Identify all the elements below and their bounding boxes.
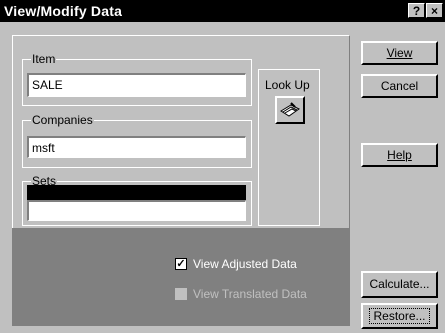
item-group: Item SALE — [22, 52, 252, 106]
companies-field[interactable]: msft — [27, 136, 246, 158]
help-button-label: Help — [387, 148, 412, 162]
companies-label: Companies — [31, 113, 94, 127]
sets-group: Sets — [22, 174, 252, 226]
sets-list-header — [27, 185, 246, 200]
options-area: ✓ View Adjusted Data View Translated Dat… — [12, 228, 350, 326]
view-adjusted-checkbox[interactable]: ✓ — [175, 258, 187, 270]
view-translated-label[interactable]: View Translated Data — [193, 287, 307, 301]
lookup-button[interactable] — [275, 96, 305, 124]
window-title: View/Modify Data — [4, 3, 123, 19]
cancel-button-label: Cancel — [380, 79, 419, 93]
restore-button[interactable]: Restore... — [361, 303, 438, 329]
view-button-label: View — [386, 46, 413, 60]
lookup-label: Look Up — [265, 78, 310, 92]
sets-field[interactable] — [27, 200, 246, 221]
cancel-button[interactable]: Cancel — [361, 74, 438, 98]
lookup-icon — [280, 102, 300, 117]
help-button[interactable]: Help — [361, 143, 438, 167]
calculate-button-label: Calculate... — [369, 277, 430, 291]
view-button[interactable]: View — [361, 41, 438, 65]
restore-button-label: Restore... — [369, 308, 430, 324]
item-label: Item — [31, 52, 57, 66]
view-translated-checkbox[interactable] — [175, 288, 187, 300]
view-adjusted-label[interactable]: View Adjusted Data — [193, 257, 297, 271]
help-icon[interactable]: ? — [408, 3, 425, 18]
close-icon[interactable]: × — [426, 3, 443, 18]
lookup-group: Look Up — [258, 69, 320, 226]
companies-group: Companies msft — [22, 113, 252, 168]
title-bar: View/Modify Data ? × — [0, 0, 445, 22]
calculate-button[interactable]: Calculate... — [361, 271, 438, 298]
item-field[interactable]: SALE — [27, 73, 246, 97]
